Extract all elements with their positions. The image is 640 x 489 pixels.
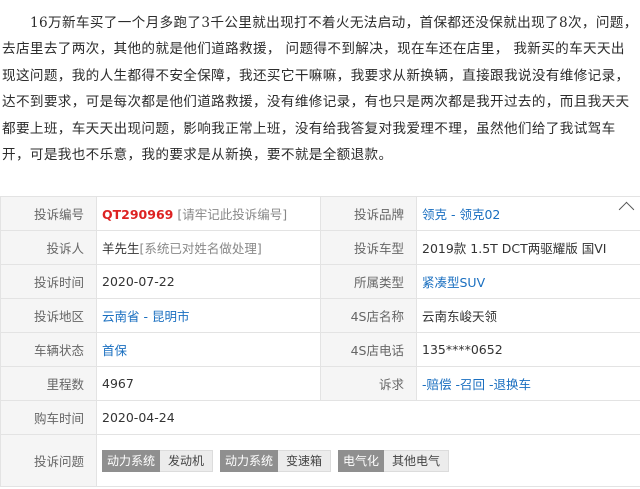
issue-tag-key: 动力系统	[102, 449, 161, 472]
complaint-description: 16万新车买了一个月多跑了3千公里就出现打不着火无法启动，首保都还没保就出现了8…	[2, 15, 638, 164]
issue-tag-key: 电气化	[338, 449, 385, 472]
phone-label: 4S店电话	[320, 332, 417, 367]
mileage-label: 里程数	[0, 366, 97, 401]
table-row: 投诉时间 2020-07-22 所属类型 紧凑型SUV	[0, 264, 640, 299]
status-link[interactable]: 首保	[102, 343, 127, 358]
time-value: 2020-07-22	[96, 264, 321, 299]
brand-cell: 领克 - 领克02	[416, 196, 640, 231]
phone-value: 135****0652	[416, 332, 640, 367]
complaint-details-table: 投诉编号 QT290969 [请牢记此投诉编号] 投诉品牌 领克 - 领克02 …	[0, 196, 640, 487]
brand-label: 投诉品牌	[320, 196, 417, 231]
dealer-value: 云南东峻天领	[416, 298, 640, 333]
issue-tag[interactable]: 动力系统 变速箱	[220, 449, 332, 472]
complaint-no-note: [请牢记此投诉编号]	[177, 207, 288, 222]
type-label: 所属类型	[320, 264, 417, 299]
type-link[interactable]: 紧凑型SUV	[422, 275, 485, 290]
complainant-note: [系统已对姓名做处理]	[139, 241, 262, 256]
issue-tags: 动力系统 发动机 动力系统 变速箱 电气化 其他电气	[96, 434, 640, 487]
purchase-value: 2020-04-24	[96, 400, 640, 435]
issue-tag[interactable]: 动力系统 发动机	[102, 449, 214, 472]
model-value: 2019款 1.5T DCT两驱耀版 国VI	[416, 230, 640, 265]
model-label: 投诉车型	[320, 230, 417, 265]
region-link[interactable]: 云南省 - 昆明市	[102, 309, 189, 324]
issue-tag[interactable]: 电气化 其他电气	[338, 449, 450, 472]
table-row: 投诉人 羊先生[系统已对姓名做处理] 投诉车型 2019款 1.5T DCT两驱…	[0, 230, 640, 265]
table-row: 投诉地区 云南省 - 昆明市 4S店名称 云南东峻天领	[0, 298, 640, 333]
table-row: 投诉编号 QT290969 [请牢记此投诉编号] 投诉品牌 领克 - 领克02	[0, 196, 640, 231]
table-row: 里程数 4967 诉求 -赔偿 -召回 -退换车	[0, 366, 640, 401]
purchase-label: 购车时间	[0, 400, 97, 435]
demand-label: 诉求	[320, 366, 417, 401]
complaint-no-cell: QT290969 [请牢记此投诉编号]	[96, 196, 321, 231]
table-row: 车辆状态 首保 4S店电话 135****0652	[0, 332, 640, 367]
status-label: 车辆状态	[0, 332, 97, 367]
table-row: 购车时间 2020-04-24	[0, 400, 640, 435]
issue-tag-key: 动力系统	[220, 449, 279, 472]
dealer-label: 4S店名称	[320, 298, 417, 333]
issue-tag-value: 发动机	[160, 449, 214, 472]
complainant-label: 投诉人	[0, 230, 97, 265]
chevron-up-icon[interactable]	[618, 201, 635, 218]
brand-link[interactable]: 领克 - 领克02	[422, 207, 500, 222]
table-row: 投诉问题 动力系统 发动机 动力系统 变速箱 电气化 其他电气	[0, 434, 640, 487]
issue-label: 投诉问题	[0, 434, 97, 487]
mileage-value: 4967	[96, 366, 321, 401]
issue-tag-value: 变速箱	[278, 449, 332, 472]
demand-links[interactable]: -赔偿 -召回 -退换车	[422, 377, 531, 392]
complainant-cell: 羊先生[系统已对姓名做处理]	[96, 230, 321, 265]
time-label: 投诉时间	[0, 264, 97, 299]
complaint-no-label: 投诉编号	[0, 196, 97, 231]
issue-tag-value: 其他电气	[384, 449, 450, 472]
region-label: 投诉地区	[0, 298, 97, 333]
complainant-value: 羊先生	[102, 241, 140, 256]
complaint-no-value: QT290969	[102, 207, 174, 222]
